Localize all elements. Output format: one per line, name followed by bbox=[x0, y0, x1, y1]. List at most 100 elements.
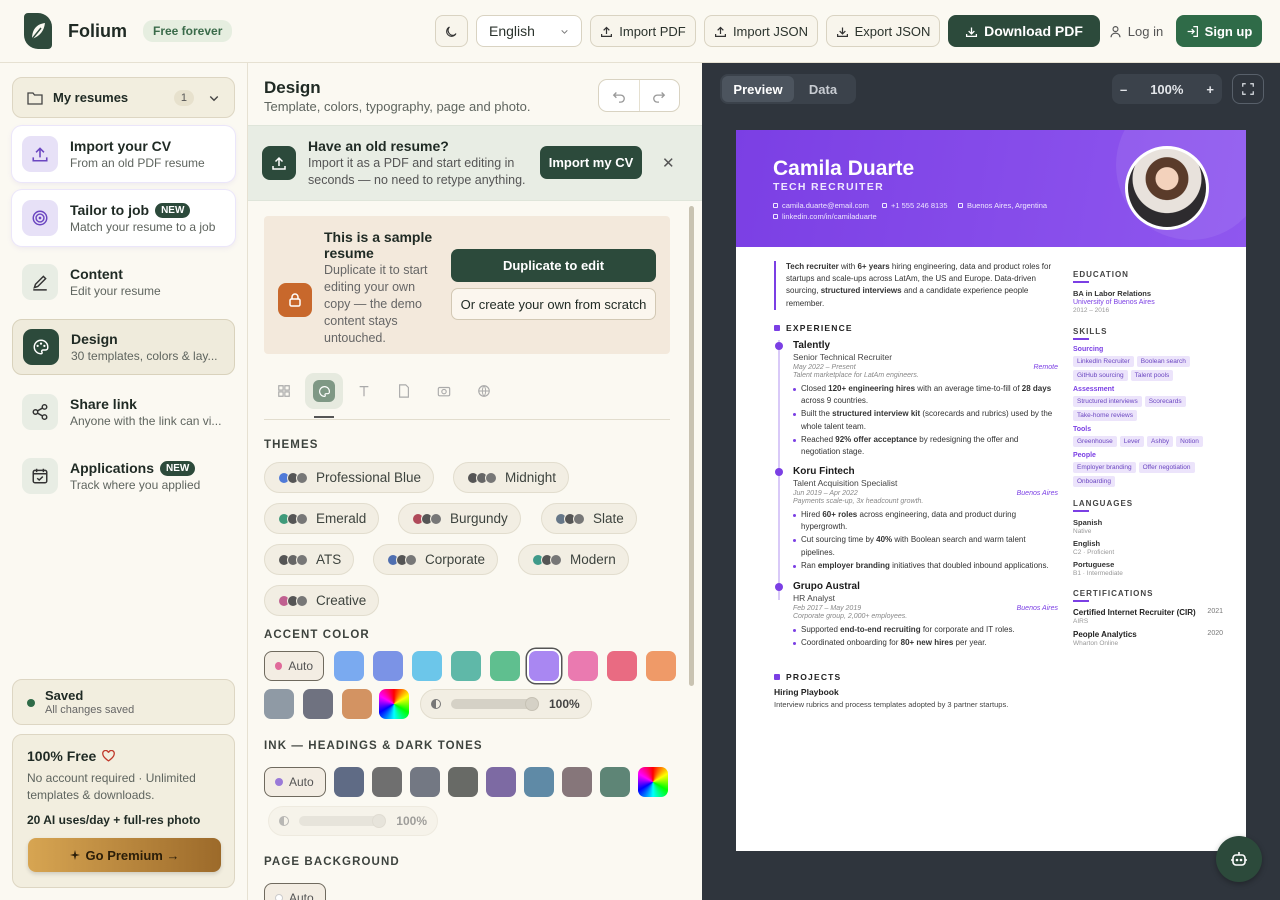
export-json-button[interactable]: Export JSON bbox=[826, 15, 940, 47]
ink-swatch[interactable] bbox=[410, 767, 440, 797]
resume-page[interactable]: Camila Duarte TECH RECRUITER camila.duar… bbox=[736, 130, 1246, 851]
job-company: Koru Fintech bbox=[793, 466, 855, 477]
close-icon[interactable]: ✕ bbox=[662, 154, 675, 172]
import-pdf-button[interactable]: Import PDF bbox=[590, 15, 696, 47]
ink-auto-button[interactable]: Auto bbox=[264, 767, 326, 797]
resume-header: Camila Duarte TECH RECRUITER camila.duar… bbox=[736, 130, 1246, 247]
ink-swatch[interactable] bbox=[334, 767, 364, 797]
accent-swatch[interactable] bbox=[568, 651, 598, 681]
tab-templates[interactable] bbox=[264, 373, 304, 409]
sidebar-item-tailor-to-job[interactable]: Tailor to job NEW Match your resume to a j… bbox=[12, 190, 235, 246]
accent-swatch[interactable] bbox=[373, 651, 403, 681]
tab-preview[interactable]: Preview bbox=[722, 76, 794, 102]
my-resumes-dropdown[interactable]: My resumes 1 bbox=[12, 77, 235, 118]
accent-auto-button[interactable]: Auto bbox=[264, 651, 324, 681]
go-premium-button[interactable]: Go Premium → bbox=[28, 838, 221, 872]
ink-swatch[interactable] bbox=[486, 767, 516, 797]
skill-chip: LinkedIn Recruiter bbox=[1073, 356, 1134, 367]
tab-language[interactable] bbox=[464, 373, 504, 409]
theme-professional-blue[interactable]: Professional Blue bbox=[264, 462, 435, 493]
certification-org: Wharton Online bbox=[1073, 640, 1119, 647]
job-bullet: Cut sourcing time by 40% with Boolean se… bbox=[793, 534, 1058, 558]
zoom-level: 100% bbox=[1150, 81, 1184, 97]
background-auto-button[interactable]: Auto bbox=[264, 883, 326, 900]
theme-slate[interactable]: Slate bbox=[541, 503, 637, 534]
ink-swatch[interactable] bbox=[372, 767, 402, 797]
accent-swatch[interactable] bbox=[607, 651, 637, 681]
sample-resume-notice: This is a sample resume Duplicate it to … bbox=[264, 216, 670, 354]
preview-pane: Preview Data – 100% + Camila Duarte TECH… bbox=[702, 63, 1280, 900]
undo-button[interactable] bbox=[599, 80, 640, 111]
accent-color-heading: ACCENT COLOR bbox=[264, 629, 370, 641]
tab-typography[interactable] bbox=[344, 373, 384, 409]
accent-swatch[interactable] bbox=[646, 651, 676, 681]
accent-swatch[interactable] bbox=[264, 689, 294, 719]
theme-ats[interactable]: ATS bbox=[264, 544, 355, 575]
theme-modern[interactable]: Modern bbox=[518, 544, 629, 575]
brand-name[interactable]: Folium bbox=[68, 21, 127, 42]
sidebar-item-applications[interactable]: Applications NEW Track where you applied bbox=[12, 448, 235, 504]
tab-data[interactable]: Data bbox=[794, 76, 852, 102]
sidebar-item-content[interactable]: Content Edit your resume bbox=[12, 254, 235, 310]
accent-custom-color[interactable] bbox=[379, 689, 409, 719]
accent-swatch[interactable] bbox=[412, 651, 442, 681]
sparkle-icon bbox=[69, 850, 80, 860]
heart-icon bbox=[102, 750, 116, 762]
redo-button[interactable] bbox=[640, 80, 680, 111]
create-from-scratch-button[interactable]: Or create your own from scratch bbox=[451, 288, 656, 320]
ink-swatch[interactable] bbox=[600, 767, 630, 797]
theme-midnight[interactable]: Midnight bbox=[453, 462, 570, 493]
palette-icon bbox=[318, 385, 330, 397]
zoom-in-button[interactable]: + bbox=[1206, 82, 1214, 97]
accent-swatch[interactable] bbox=[529, 651, 559, 681]
job-role: Senior Technical Recruiter bbox=[793, 352, 893, 362]
theme-creative[interactable]: Creative bbox=[264, 585, 380, 616]
ink-custom-color[interactable] bbox=[638, 767, 668, 797]
resume-count: 1 bbox=[173, 89, 194, 106]
job-bullet: Reached 92% offer acceptance by redesign… bbox=[793, 434, 1058, 458]
login-button[interactable]: Log in bbox=[1106, 15, 1166, 47]
tab-photo[interactable] bbox=[424, 373, 464, 409]
sidebar-item-design[interactable]: Design 30 templates, colors & lay... bbox=[12, 319, 235, 375]
design-scroll-area[interactable]: This is a sample resume Duplicate it to … bbox=[264, 201, 682, 900]
job-bullet: Coordinated onboarding for 80+ new hires… bbox=[793, 637, 1058, 649]
skill-chip: Lever bbox=[1119, 436, 1145, 447]
skill-chip: Structured interviews bbox=[1073, 396, 1142, 407]
download-pdf-button[interactable]: Download PDF bbox=[948, 15, 1100, 47]
expand-icon bbox=[1242, 83, 1254, 95]
ink-swatch[interactable] bbox=[524, 767, 554, 797]
job-description: Talent marketplace for LatAm engineers. bbox=[793, 372, 919, 379]
accent-swatch[interactable] bbox=[342, 689, 372, 719]
dark-mode-toggle[interactable] bbox=[435, 15, 468, 47]
profile-photo[interactable] bbox=[1125, 146, 1209, 230]
ai-assistant-button[interactable] bbox=[1216, 836, 1262, 882]
upload-icon bbox=[601, 26, 613, 37]
ink-swatch[interactable] bbox=[562, 767, 592, 797]
accent-swatch[interactable] bbox=[303, 689, 333, 719]
accent-opacity-slider[interactable]: 100% bbox=[420, 689, 592, 719]
theme-emerald[interactable]: Emerald bbox=[264, 503, 380, 534]
sidebar-item-import-cv[interactable]: Import your CV From an old PDF resume bbox=[12, 126, 235, 182]
language-select[interactable]: English bbox=[476, 15, 582, 47]
accent-swatch[interactable] bbox=[451, 651, 481, 681]
duplicate-to-edit-button[interactable]: Duplicate to edit bbox=[451, 249, 656, 282]
import-my-cv-button[interactable]: Import my CV bbox=[540, 146, 642, 179]
accent-swatch[interactable] bbox=[334, 651, 364, 681]
tab-colors[interactable] bbox=[304, 373, 344, 409]
ink-opacity-slider[interactable]: 100% bbox=[268, 806, 438, 836]
import-json-button[interactable]: Import JSON bbox=[704, 15, 818, 47]
theme-corporate[interactable]: Corporate bbox=[373, 544, 499, 575]
ink-swatch[interactable] bbox=[448, 767, 478, 797]
zoom-out-button[interactable]: – bbox=[1120, 82, 1127, 97]
sidebar-item-share-link[interactable]: Share link Anyone with the link can vi... bbox=[12, 384, 235, 440]
theme-burgundy[interactable]: Burgundy bbox=[398, 503, 521, 534]
tab-page[interactable] bbox=[384, 373, 424, 409]
sign-in-icon bbox=[1187, 25, 1198, 37]
signup-button[interactable]: Sign up bbox=[1176, 15, 1262, 47]
fullscreen-button[interactable] bbox=[1232, 74, 1264, 104]
logo-leaf-icon[interactable] bbox=[24, 13, 52, 49]
accent-swatch[interactable] bbox=[490, 651, 520, 681]
globe-icon bbox=[478, 385, 490, 397]
skill-chips: LinkedIn Recruiter Boolean search GitHub s… bbox=[1073, 356, 1223, 381]
panel-scrollbar[interactable] bbox=[689, 206, 694, 686]
